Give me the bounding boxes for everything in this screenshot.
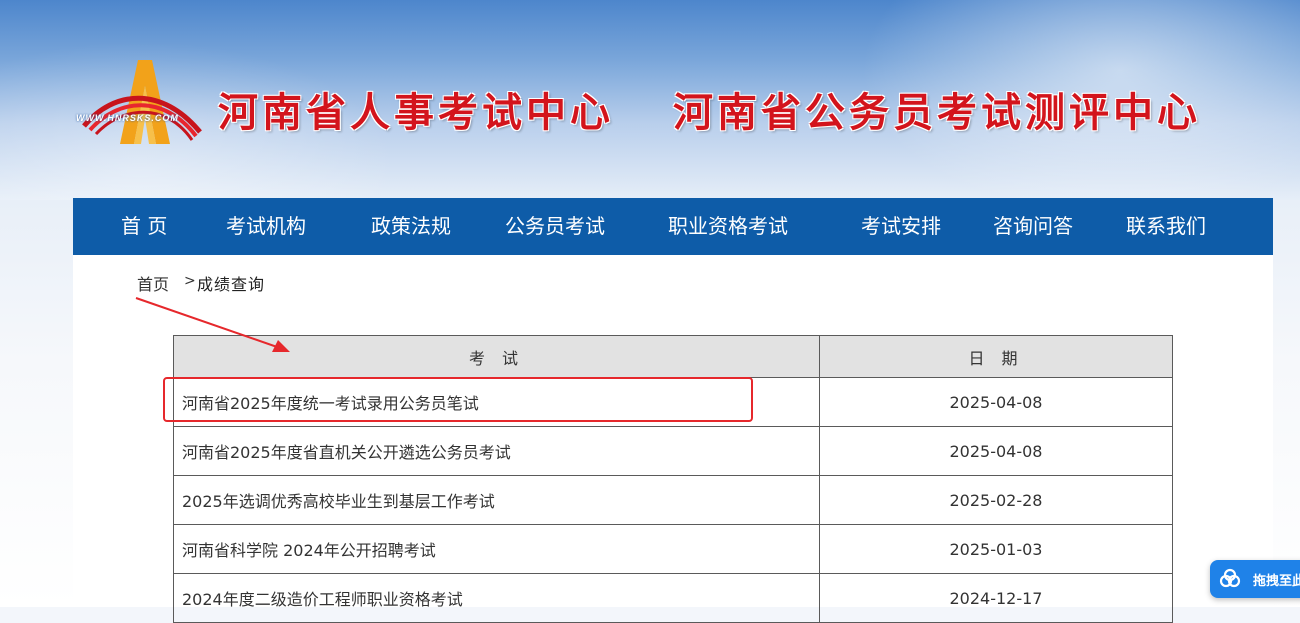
nav-item-exam-institutions[interactable]: 考试机构	[226, 198, 306, 255]
exam-link[interactable]: 2024年度二级造价工程师职业资格考试	[173, 573, 820, 623]
table-row: 河南省2025年度省直机关公开遴选公务员考试 2025-04-08	[173, 426, 1173, 476]
nav-item-faq[interactable]: 咨询问答	[993, 198, 1073, 255]
exam-date: 2025-04-08	[819, 377, 1173, 427]
table-row: 2025年选调优秀高校毕业生到基层工作考试 2025-02-28	[173, 475, 1173, 525]
header-banner: WWW.HNRSKS.COM 河南省人事考试中心 河南省公务员考试测评中心	[0, 0, 1300, 200]
nav-item-exam-schedule[interactable]: 考试安排	[861, 198, 941, 255]
exam-date: 2025-04-08	[819, 426, 1173, 476]
annotation-highlight-box	[163, 377, 753, 422]
logo-url-text: WWW.HNRSKS.COM	[76, 113, 179, 123]
exam-link[interactable]: 河南省2025年度省直机关公开遴选公务员考试	[173, 426, 820, 476]
table-header-row: 考 试 日 期	[173, 335, 1173, 378]
cloud-icon	[1219, 568, 1241, 588]
exam-date: 2025-02-28	[819, 475, 1173, 525]
table-row: 2024年度二级造价工程师职业资格考试 2024-12-17	[173, 573, 1173, 623]
nav-item-professional-qualification[interactable]: 职业资格考试	[668, 198, 788, 255]
breadcrumb-separator: >	[184, 273, 196, 289]
site-title-civil-servant-center: 河南省公务员考试测评中心	[673, 90, 1201, 136]
exam-date: 2025-01-03	[819, 524, 1173, 574]
exam-date: 2024-12-17	[819, 573, 1173, 623]
drag-drop-widget[interactable]: 拖拽至此	[1210, 560, 1300, 598]
exam-link[interactable]: 河南省科学院 2024年公开招聘考试	[173, 524, 820, 574]
site-title-personnel-exam-center: 河南省人事考试中心	[218, 90, 614, 136]
annotation-arrow-icon	[135, 297, 290, 352]
drag-drop-label: 拖拽至此	[1253, 574, 1300, 589]
main-nav: 首 页 考试机构 政策法规 公务员考试 职业资格考试 考试安排 咨询问答 联系我…	[73, 198, 1273, 255]
nav-item-contact[interactable]: 联系我们	[1126, 198, 1206, 255]
exam-link[interactable]: 2025年选调优秀高校毕业生到基层工作考试	[173, 475, 820, 525]
site-logo[interactable]	[74, 56, 214, 148]
nav-item-home[interactable]: 首 页	[121, 198, 167, 255]
nav-item-policies[interactable]: 政策法规	[371, 198, 451, 255]
column-header-date: 日 期	[819, 335, 1173, 378]
table-row: 河南省科学院 2024年公开招聘考试 2025-01-03	[173, 524, 1173, 574]
nav-item-civil-service-exam[interactable]: 公务员考试	[505, 198, 605, 255]
